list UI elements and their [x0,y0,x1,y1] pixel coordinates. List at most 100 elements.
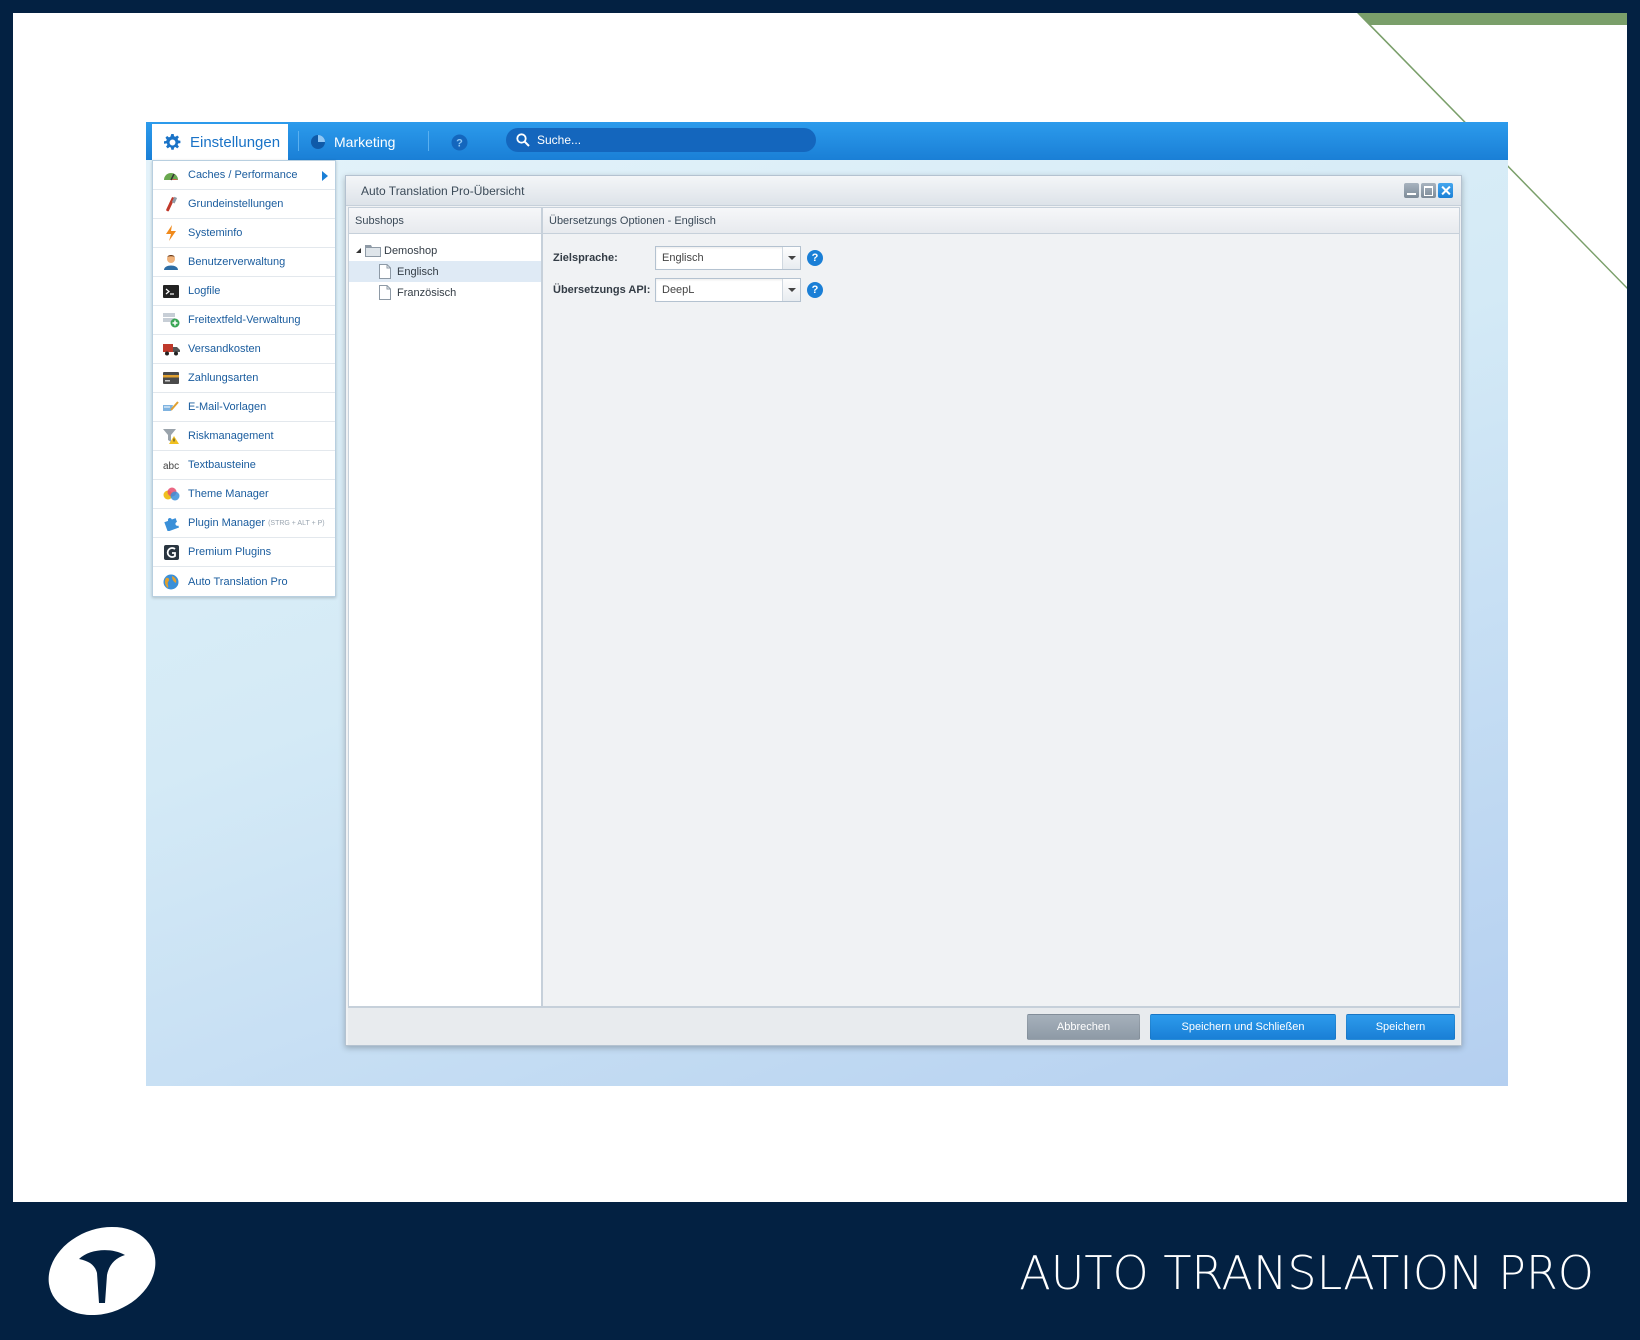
menu-item-label: Textbausteine [188,459,256,471]
cancel-button[interactable]: Abbrechen [1027,1014,1140,1040]
truck-icon [162,341,180,357]
menu-item-grundeinstellungen[interactable]: Grundeinstellungen [153,190,335,219]
menu-item-riskmanagement[interactable]: Riskmanagement [153,422,335,451]
menu-item-caches-performance[interactable]: Caches / Performance [153,161,335,190]
menu-item-label: Systeminfo [188,227,243,239]
menu-item-auto-translation-pro[interactable]: Auto Translation Pro [153,567,335,596]
close-button[interactable] [1438,183,1453,198]
folder-icon [365,245,381,257]
abc-icon: abc [162,457,180,473]
minimize-button[interactable] [1404,183,1419,198]
tab-einstellungen-label: Einstellungen [190,133,281,151]
target-language-label: Zielsprache: [553,252,618,264]
dropdown-arrow-icon[interactable] [782,247,800,269]
credit-card-icon [162,370,180,386]
brand-logo [48,1226,156,1316]
window-footer: Abbrechen Speichern und Schließen Speich… [348,1007,1460,1045]
menu-item-plugin-manager[interactable]: Plugin Manager (STRG + ALT + P) [153,509,335,538]
translation-api-select[interactable]: DeepL [655,278,801,302]
tree-node-label: Englisch [397,265,439,278]
tree-node-franzoesisch[interactable]: Französisch [349,282,541,303]
tab-marketing-label: Marketing [334,134,396,150]
top-navigation-bar: Einstellungen Marketing ? [146,122,1508,160]
tree-node-label: Französisch [397,286,457,299]
window-controls [1404,183,1453,198]
help-icon[interactable]: ? [807,250,823,266]
menu-item-label: Theme Manager [188,488,269,500]
menu-item-systeminfo[interactable]: Systeminfo [153,219,335,248]
menu-item-theme-manager[interactable]: Theme Manager [153,480,335,509]
menu-item-label: Benutzerverwaltung [188,256,286,268]
menu-item-label: Premium Plugins [188,546,272,558]
translation-api-value: DeepL [662,284,695,296]
svg-text:?: ? [456,137,463,149]
menu-item-benutzerverwaltung[interactable]: Benutzerverwaltung [153,248,335,277]
tree-node-englisch[interactable]: Englisch [349,261,541,282]
menu-item-freitextfeld-verwaltung[interactable]: Freitextfeld-Verwaltung [153,306,335,335]
help-icon[interactable]: ? [807,282,823,298]
svg-text:abc: abc [163,461,179,471]
menu-item-label: Riskmanagement [188,430,274,442]
translation-api-label: Übersetzungs API: [553,284,651,296]
menu-item-label: Grundeinstellungen [188,198,284,210]
gear-icon [164,133,181,150]
menu-item-label: Logfile [188,285,221,297]
window-titlebar[interactable]: Auto Translation Pro-Übersicht [346,176,1461,206]
help-button[interactable]: ? [451,124,468,160]
tools-icon [162,196,180,212]
target-language-value: Englisch [662,252,704,264]
menu-item-label: Auto Translation Pro [188,575,288,588]
product-name: AUTO TRANSLATION PRO [1019,1246,1594,1300]
field-add-icon [162,312,180,328]
target-language-row: Zielsprache: Englisch ? [553,246,823,270]
save-button[interactable]: Speichern [1346,1014,1455,1040]
tree-node-label: Demoshop [384,244,438,257]
pie-chart-icon [311,135,325,149]
menu-item-label: Zahlungsarten [188,372,259,384]
menu-item-label: Caches / Performance [188,169,298,181]
auto-translation-window: Auto Translation Pro-Übersicht Subshops … [345,175,1462,1046]
menu-item-zahlungsarten[interactable]: Zahlungsarten [153,364,335,393]
menu-item-e-mail-vorlagen[interactable]: E-Mail-Vorlagen [153,393,335,422]
divider [298,131,299,151]
search-field[interactable] [506,128,816,152]
menu-item-versandkosten[interactable]: Versandkosten [153,335,335,364]
search-input[interactable] [537,133,787,147]
settings-dropdown-menu: Caches / Performance Grundeinstellungen … [152,160,336,597]
mail-template-icon [162,399,180,415]
target-language-select[interactable]: Englisch [655,246,801,270]
translation-options-panel: Übersetzungs Optionen - Englisch Zielspr… [542,207,1460,1007]
menu-item-premium-plugins[interactable]: Premium Plugins [153,538,335,567]
terminal-icon [162,283,180,299]
tree-node-demoshop[interactable]: Demoshop [349,240,541,261]
puzzle-icon [162,515,180,531]
window-title: Auto Translation Pro-Übersicht [361,183,525,198]
slide-frame: Einstellungen Marketing ? Suche... Cache… [13,13,1627,1202]
user-icon [162,254,180,270]
help-icon: ? [451,134,468,150]
premium-icon [162,544,180,560]
keyboard-shortcut-hint: (STRG + ALT + P) [268,519,325,527]
divider [428,131,429,151]
speedometer-icon [162,167,180,183]
palette-icon [162,486,180,502]
menu-item-logfile[interactable]: Logfile [153,277,335,306]
backend-screenshot: Einstellungen Marketing ? Suche... Cache… [146,122,1508,1086]
menu-item-label: Freitextfeld-Verwaltung [188,314,301,326]
menu-item-label: Versandkosten [188,343,261,355]
translation-options-header: Übersetzungs Optionen - Englisch [543,208,1459,234]
dropdown-arrow-icon[interactable] [782,279,800,301]
save-and-close-button[interactable]: Speichern und Schließen [1150,1014,1336,1040]
tab-marketing[interactable]: Marketing [310,124,395,160]
tab-einstellungen[interactable]: Einstellungen [152,124,288,160]
menu-item-label: E-Mail-Vorlagen [188,401,267,413]
subshops-header: Subshops [349,208,541,234]
globe-icon [162,574,180,590]
menu-item-textbausteine[interactable]: abc Textbausteine [153,451,335,480]
document-icon [379,264,391,279]
subshops-panel: Subshops Demoshop Englisch Französisch [348,207,542,1007]
maximize-button[interactable] [1421,183,1436,198]
collapse-triangle-icon[interactable] [356,248,361,253]
submenu-arrow-icon [322,171,328,181]
search-icon [516,133,530,147]
